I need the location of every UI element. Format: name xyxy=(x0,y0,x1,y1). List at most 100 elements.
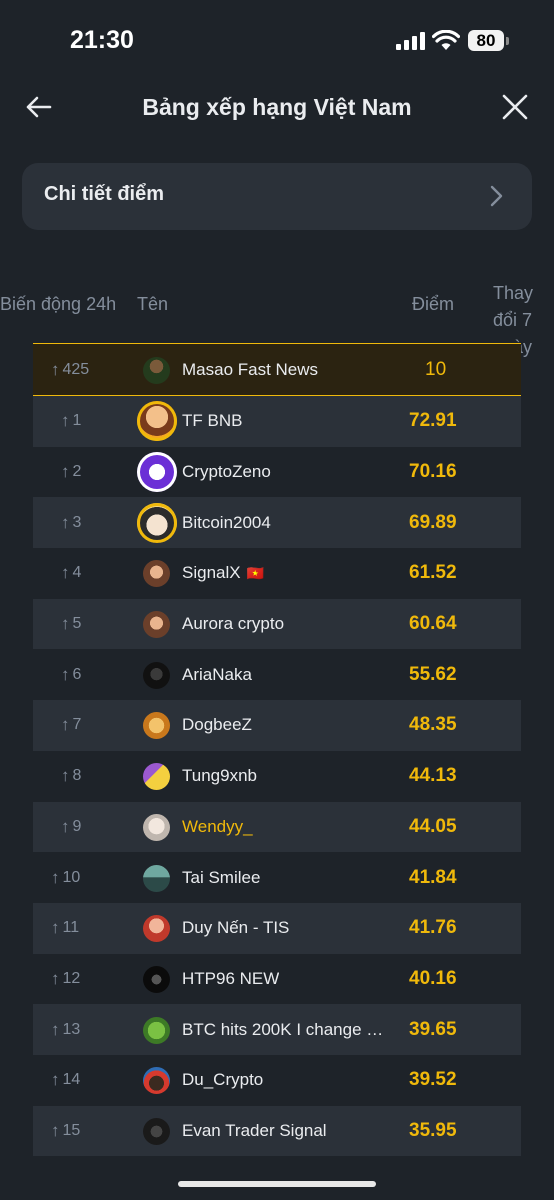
dark-logo-avatar xyxy=(143,1117,170,1145)
score-details-button[interactable]: Chi tiết điểm xyxy=(22,163,532,230)
leaderboard-row[interactable]: ↑ 4 SignalX 🇻🇳 61.52 xyxy=(33,548,521,599)
back-arrow-icon[interactable] xyxy=(24,92,54,122)
user-score: 48.35 xyxy=(409,714,457,736)
user-score: 55.62 xyxy=(409,663,457,685)
arrow-up-icon: ↑ xyxy=(51,867,60,887)
arrow-up-icon: ↑ xyxy=(51,1019,60,1039)
leaderboard-row[interactable]: ↑ 15 Evan Trader Signal 35.95 xyxy=(33,1105,521,1157)
user-score: 44.05 xyxy=(409,815,457,837)
wifi-icon xyxy=(432,30,460,50)
user-name: Aurora crypto xyxy=(182,614,285,634)
user-score: 72.91 xyxy=(409,410,457,432)
user-name: Bitcoin2004 xyxy=(182,512,271,532)
leaderboard-row[interactable]: ↑ 2 CryptoZeno 70.16 xyxy=(33,447,521,498)
arrow-up-icon: ↑ xyxy=(51,918,60,938)
user-name: Masao Fast News xyxy=(182,359,319,379)
column-header-score[interactable]: Điểm xyxy=(412,294,454,315)
arrow-up-icon: ↑ xyxy=(51,1070,60,1090)
close-icon[interactable] xyxy=(500,92,530,122)
leaderboard-row[interactable]: ↑ 11 Duy Nến - TIS 41.76 xyxy=(33,902,521,954)
status-time: 21:30 xyxy=(70,26,134,54)
column-header-change[interactable]: Biến động 24h xyxy=(0,294,135,315)
arrow-up-icon: ↑ xyxy=(51,1120,60,1140)
arrow-up-icon: ↑ xyxy=(61,512,70,532)
user-name: SignalX 🇻🇳 xyxy=(182,563,265,583)
leaderboard-row[interactable]: ↑ 12 HTP96 NEW 40.16 xyxy=(33,954,521,1005)
user-name: AriaNaka xyxy=(182,664,252,684)
leaderboard-row[interactable]: ↑ 13 BTC hits 200K I change … 39.65 xyxy=(33,1004,521,1055)
user-name: Evan Trader Signal xyxy=(182,1120,327,1140)
bull-logo-avatar xyxy=(143,965,170,993)
pixel-avatar xyxy=(143,763,170,791)
arrow-up-icon: ↑ xyxy=(61,766,70,786)
leaderboard-row[interactable]: ↑ 3 Bitcoin2004 69.89 xyxy=(33,497,521,549)
user-name: Duy Nến - TIS xyxy=(182,918,290,938)
leaderboard-row[interactable]: ↑ 14 Du_Crypto 39.52 xyxy=(33,1055,521,1106)
user-score: 41.76 xyxy=(409,917,457,939)
user-score: 60.64 xyxy=(409,613,457,635)
user-score: 35.95 xyxy=(409,1119,457,1141)
leaderboard-row[interactable]: ↑ 7 DogbeeZ 48.35 xyxy=(33,700,521,751)
rank-change: ↑ 12 xyxy=(51,968,81,988)
rank-change: ↑ 6 xyxy=(61,664,82,684)
user-name: BTC hits 200K I change … xyxy=(182,1019,382,1039)
user-name: HTP96 NEW xyxy=(182,968,280,988)
cellular-signal-icon xyxy=(396,32,425,50)
rank-change: ↑ 9 xyxy=(61,816,82,836)
status-bar: 21:30 80 xyxy=(0,0,554,80)
user-score: 44.13 xyxy=(409,765,457,787)
user-name: CryptoZeno xyxy=(182,462,271,482)
rank-change: ↑ 14 xyxy=(51,1070,81,1090)
my-rank-row[interactable]: ↑ 425 Masao Fast News 10 xyxy=(33,343,521,396)
leaderboard-table: ↑ 425 Masao Fast News 10 ↑ 1 TF BNB 72.91 ↑ 2 C… xyxy=(33,343,521,1157)
person-red-avatar xyxy=(143,915,170,943)
user-score: 70.16 xyxy=(409,461,457,483)
arrow-up-icon: ↑ xyxy=(61,462,70,482)
arrow-up-icon: ↑ xyxy=(51,359,60,379)
rank-change: ↑ 5 xyxy=(61,614,82,634)
dog-avatar xyxy=(143,712,170,740)
user-name: Tung9xnb xyxy=(182,766,257,786)
leaderboard-row[interactable]: ↑ 5 Aurora crypto 60.64 xyxy=(33,598,521,650)
user-name: Wendyy_ xyxy=(182,816,253,836)
user-score: 61.52 xyxy=(409,562,457,584)
user-name: DogbeeZ xyxy=(182,715,252,735)
rank-change: ↑ 15 xyxy=(51,1120,81,1140)
leaderboard-row[interactable]: ↑ 1 TF BNB 72.91 xyxy=(33,396,521,447)
leaderboard-row[interactable]: ↑ 10 Tai Smilee 41.84 xyxy=(33,852,521,903)
girl-avatar xyxy=(143,560,170,588)
arrow-up-icon: ↑ xyxy=(61,411,70,431)
user-score: 10 xyxy=(425,358,447,380)
user-name: TF BNB xyxy=(182,411,243,431)
rank-change: ↑ 13 xyxy=(51,1019,81,1039)
user-name: Tai Smilee xyxy=(182,867,261,887)
user-score: 39.65 xyxy=(409,1018,457,1040)
rank-change: ↑ 1 xyxy=(61,411,82,431)
leaderboard-row[interactable]: ↑ 8 Tung9xnb 44.13 xyxy=(33,751,521,802)
page-title: Bảng xếp hạng Việt Nam xyxy=(142,94,412,120)
leaderboard-row[interactable]: ↑ 9 Wendyy_ 44.05 xyxy=(33,801,521,853)
score-details-label: Chi tiết điểm xyxy=(44,183,165,205)
rank-change: ↑ 3 xyxy=(61,512,82,532)
arrow-up-icon: ↑ xyxy=(61,816,70,836)
column-header-name: Tên xyxy=(137,294,169,314)
user-score: 41.84 xyxy=(409,866,457,888)
crypto-logo-avatar xyxy=(137,452,177,493)
vietnam-flag-icon: 🇻🇳 xyxy=(246,564,265,581)
rank-change: ↑ 8 xyxy=(61,766,82,786)
rank-change: ↑ 10 xyxy=(51,867,81,887)
user-score: 39.52 xyxy=(409,1069,457,1091)
arrow-up-icon: ↑ xyxy=(61,563,70,583)
user-name: Du_Crypto xyxy=(182,1070,264,1090)
rank-change: ↑ 2 xyxy=(61,462,82,482)
battery-icon xyxy=(506,37,509,45)
leaderboard-row[interactable]: ↑ 6 AriaNaka 55.62 xyxy=(33,649,521,700)
battery-level: 80 xyxy=(468,30,504,51)
avatar xyxy=(143,356,170,384)
cartoon-man-avatar xyxy=(137,401,177,442)
home-indicator xyxy=(178,1181,376,1187)
person-avatar xyxy=(143,864,170,892)
arrow-up-icon: ↑ xyxy=(61,614,70,634)
user-score: 40.16 xyxy=(409,967,457,989)
girl-avatar xyxy=(143,611,170,639)
